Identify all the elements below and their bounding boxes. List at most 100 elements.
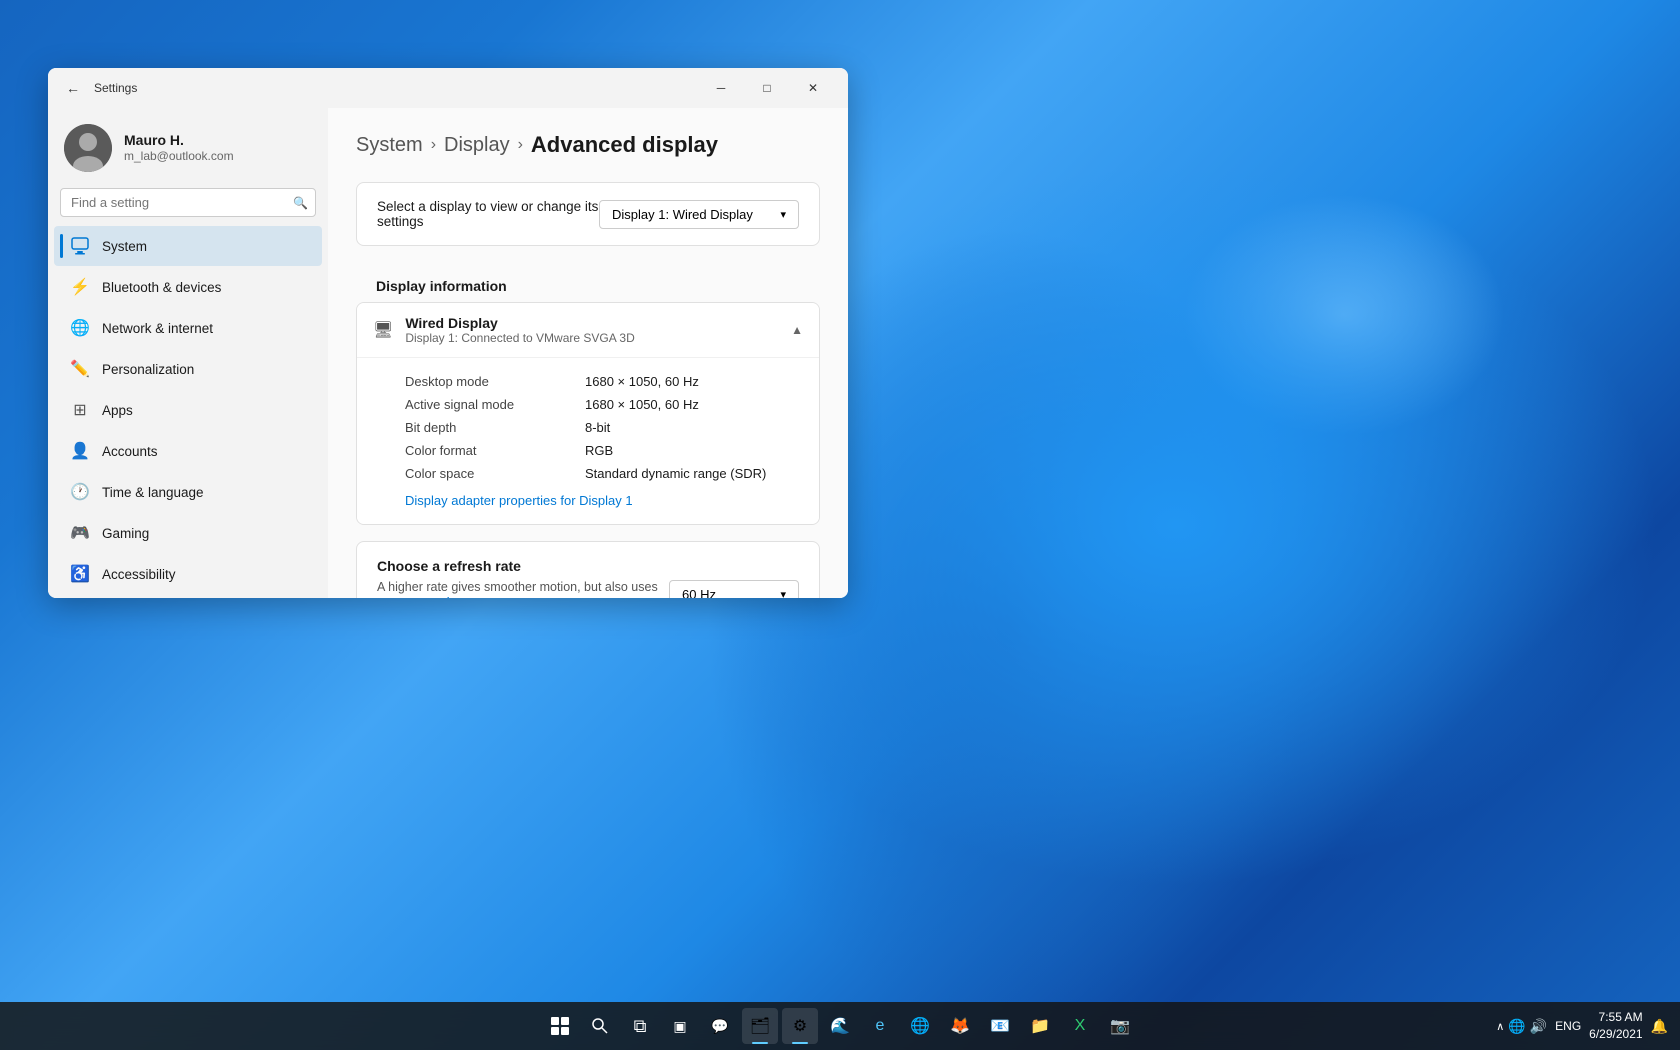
breadcrumb-system[interactable]: System: [356, 134, 423, 157]
app6-button[interactable]: X: [1062, 1008, 1098, 1044]
app4-button[interactable]: 📧: [982, 1008, 1018, 1044]
color-space-value: Standard dynamic range (SDR): [585, 466, 803, 481]
select-display-card: Select a display to view or change its s…: [356, 182, 820, 246]
desktop-mode-label: Desktop mode: [405, 374, 585, 389]
breadcrumb-display[interactable]: Display: [444, 134, 510, 157]
desktop-mode-value: 1680 × 1050, 60 Hz: [585, 374, 803, 389]
language-label: ENG: [1555, 1019, 1581, 1033]
display-title-group: Wired Display Display 1: Connected to VM…: [405, 315, 634, 345]
display-name: Wired Display: [405, 315, 634, 331]
time-icon: 🕐: [70, 482, 90, 502]
sidebar-item-gaming[interactable]: 🎮 Gaming: [54, 513, 322, 553]
sidebar-item-network[interactable]: 🌐 Network & internet: [54, 308, 322, 348]
window-controls: ─ □ ✕: [698, 72, 836, 104]
chevron-tray-icon[interactable]: ∧: [1496, 1020, 1504, 1033]
widgets-button[interactable]: ▣: [662, 1008, 698, 1044]
refresh-rate-desc: A higher rate gives smoother motion, but…: [377, 580, 669, 598]
chat-button[interactable]: 💬: [702, 1008, 738, 1044]
adapter-properties-link[interactable]: Display adapter properties for Display 1: [405, 493, 803, 508]
minimize-button[interactable]: ─: [698, 72, 744, 104]
task-view-button[interactable]: ⧉: [622, 1008, 658, 1044]
network-tray-icon[interactable]: 🌐: [1508, 1018, 1525, 1035]
signal-mode-value: 1680 × 1050, 60 Hz: [585, 397, 803, 412]
network-icon: 🌐: [70, 318, 90, 338]
clock-time: 7:55 AM: [1589, 1009, 1642, 1026]
refresh-rate-value: 60 Hz: [682, 587, 716, 598]
sidebar-item-time[interactable]: 🕐 Time & language: [54, 472, 322, 512]
display-dropdown[interactable]: Display 1: Wired Display ▾: [599, 200, 799, 229]
settings-taskbar-button[interactable]: ⚙: [782, 1008, 818, 1044]
back-icon[interactable]: ←: [60, 76, 86, 100]
sidebar-item-accounts[interactable]: 👤 Accounts: [54, 431, 322, 471]
app1-button[interactable]: e: [862, 1008, 898, 1044]
refresh-rate-dropdown[interactable]: 60 Hz ▾: [669, 580, 799, 598]
monitor-icon: 🖥: [373, 320, 393, 340]
breadcrumb-advanced: Advanced display: [531, 132, 718, 158]
edge-button[interactable]: 🌊: [822, 1008, 858, 1044]
notification-icon[interactable]: 🔔: [1651, 1018, 1668, 1035]
user-profile: Mauro H. m_lab@outlook.com: [48, 108, 328, 184]
accounts-icon: 👤: [70, 441, 90, 461]
bit-depth-label: Bit depth: [405, 420, 585, 435]
detail-row-color-space: Color space Standard dynamic range (SDR): [405, 462, 803, 485]
avatar: [64, 124, 112, 172]
detail-row-signal-mode: Active signal mode 1680 × 1050, 60 Hz: [405, 393, 803, 416]
title-bar: ← Settings ─ □ ✕: [48, 68, 848, 108]
sidebar-item-personalization[interactable]: ✏️ Personalization: [54, 349, 322, 389]
clock-area[interactable]: 7:55 AM 6/29/2021: [1589, 1009, 1642, 1043]
display-subtitle: Display 1: Connected to VMware SVGA 3D: [405, 331, 634, 345]
color-format-label: Color format: [405, 443, 585, 458]
file-explorer-button[interactable]: 🗂: [742, 1008, 778, 1044]
sidebar: Mauro H. m_lab@outlook.com 🔍: [48, 108, 328, 598]
sidebar-item-accounts-label: Accounts: [102, 444, 158, 459]
user-info: Mauro H. m_lab@outlook.com: [124, 131, 234, 165]
volume-tray-icon[interactable]: 🔊: [1530, 1018, 1547, 1035]
app5-button[interactable]: 📁: [1022, 1008, 1058, 1044]
taskbar-search-button[interactable]: [582, 1008, 618, 1044]
user-name: Mauro H.: [124, 131, 234, 149]
section-header-display-info: Display information: [356, 262, 820, 302]
search-box: 🔍: [60, 188, 316, 217]
refresh-rate-card: Choose a refresh rate A higher rate give…: [356, 541, 820, 598]
sidebar-item-system[interactable]: System: [54, 226, 322, 266]
maximize-button[interactable]: □: [744, 72, 790, 104]
tray-icons: ∧ 🌐 🔊: [1496, 1018, 1547, 1035]
sidebar-item-apps-label: Apps: [102, 403, 133, 418]
sidebar-item-network-label: Network & internet: [102, 321, 213, 336]
display-details: Desktop mode 1680 × 1050, 60 Hz Active s…: [357, 357, 819, 524]
chevron-down-icon: ▾: [780, 208, 786, 221]
start-button[interactable]: [542, 1008, 578, 1044]
sidebar-item-time-label: Time & language: [102, 485, 204, 500]
sidebar-item-accessibility[interactable]: ♿ Accessibility: [54, 554, 322, 594]
sidebar-item-bluetooth[interactable]: ⚡ Bluetooth & devices: [54, 267, 322, 307]
taskbar-right: ∧ 🌐 🔊 ENG 7:55 AM 6/29/2021 🔔: [1496, 1009, 1668, 1043]
search-icon: 🔍: [293, 196, 308, 210]
sidebar-item-privacy[interactable]: 🔒 Privacy & security: [54, 595, 322, 598]
select-display-row: Select a display to view or change its s…: [357, 183, 819, 245]
app3-button[interactable]: 🦊: [942, 1008, 978, 1044]
breadcrumb-sep2: ›: [518, 136, 523, 154]
search-input[interactable]: [60, 188, 316, 217]
display-header[interactable]: 🖥 Wired Display Display 1: Connected to …: [357, 303, 819, 357]
app2-button[interactable]: 🌐: [902, 1008, 938, 1044]
main-content: System › Display › Advanced display Sele…: [328, 108, 848, 598]
detail-row-desktop-mode: Desktop mode 1680 × 1050, 60 Hz: [405, 370, 803, 393]
nav-list: System ⚡ Bluetooth & devices 🌐 Network &…: [48, 225, 328, 598]
color-format-value: RGB: [585, 443, 803, 458]
app7-button[interactable]: 📷: [1102, 1008, 1138, 1044]
clock-date: 6/29/2021: [1589, 1026, 1642, 1043]
display-header-left: 🖥 Wired Display Display 1: Connected to …: [373, 315, 635, 345]
refresh-desc-text: A higher rate gives smoother motion, but…: [377, 580, 658, 598]
sidebar-item-system-label: System: [102, 239, 147, 254]
display-info-card: 🖥 Wired Display Display 1: Connected to …: [356, 302, 820, 525]
display-dropdown-value: Display 1: Wired Display: [612, 207, 753, 222]
sidebar-item-apps[interactable]: ⊞ Apps: [54, 390, 322, 430]
breadcrumb-sep1: ›: [431, 136, 436, 154]
learn-more-link[interactable]: Learn more: [446, 594, 512, 598]
close-button[interactable]: ✕: [790, 72, 836, 104]
select-display-label: Select a display to view or change its s…: [377, 199, 599, 229]
color-space-label: Color space: [405, 466, 585, 481]
taskbar-center: ⧉ ▣ 💬 🗂 ⚙ 🌊 e 🌐 🦊 📧 📁 X 📷: [542, 1008, 1138, 1044]
detail-row-bit-depth: Bit depth 8-bit: [405, 416, 803, 439]
refresh-chevron-icon: ▾: [780, 588, 786, 598]
